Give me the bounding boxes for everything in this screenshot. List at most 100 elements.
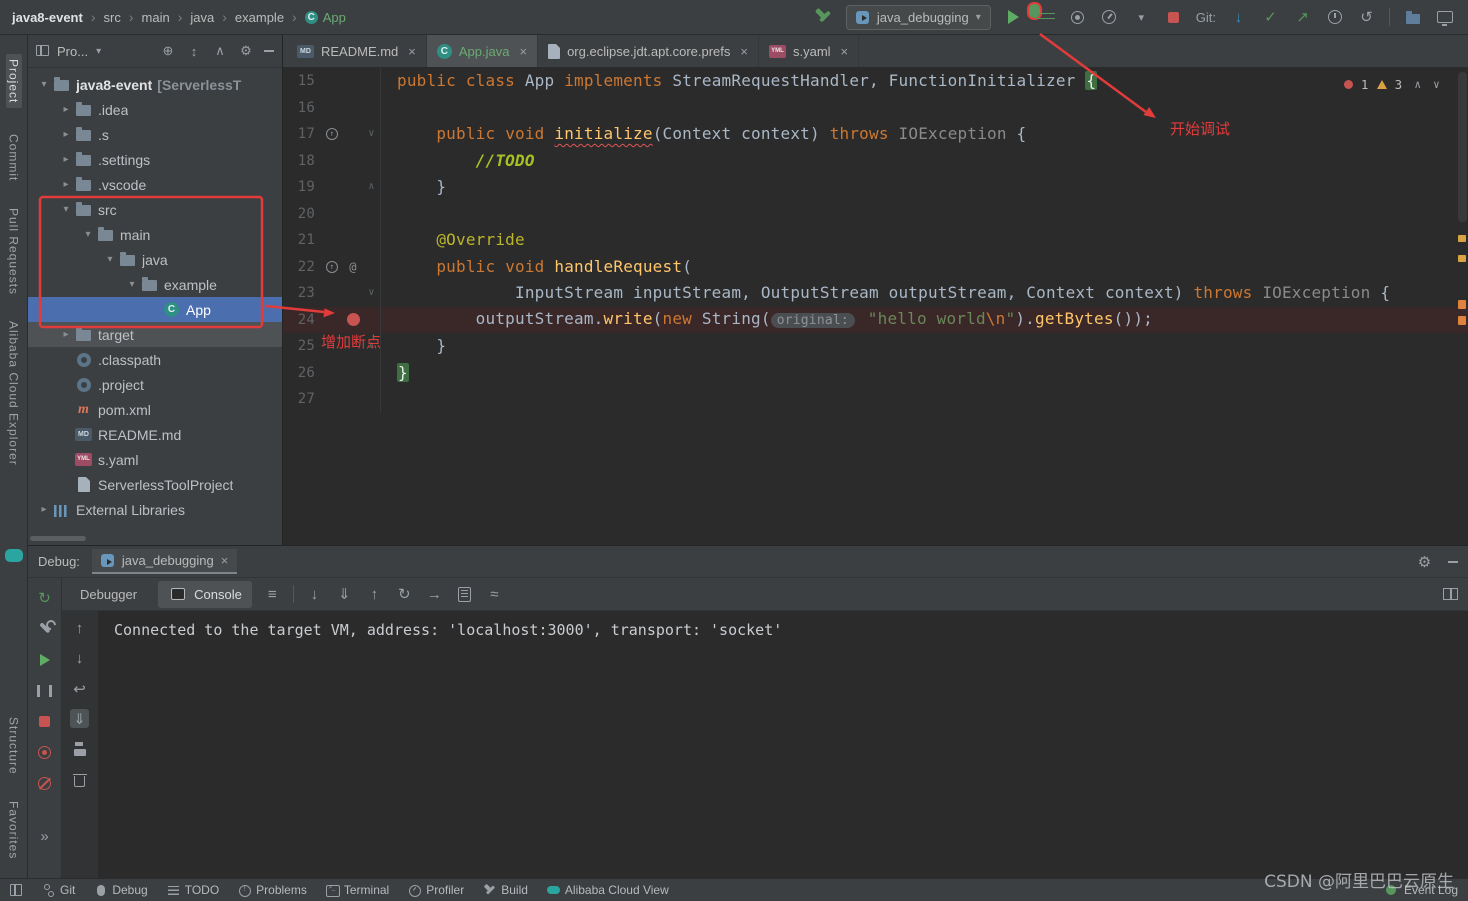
tool-strip-item-favorites[interactable]: Favorites: [7, 801, 21, 859]
breadcrumb-item-app[interactable]: CApp: [303, 8, 348, 27]
status-bar-item-debug[interactable]: Debug: [94, 883, 147, 897]
print-icon[interactable]: [70, 739, 89, 758]
tool-windows-toggle-icon[interactable]: [10, 884, 22, 896]
fold-marker-icon[interactable]: ∨: [363, 280, 381, 307]
tool-strip-item-project[interactable]: Project: [6, 54, 22, 108]
resume-program-icon[interactable]: [35, 650, 54, 669]
step-over-icon[interactable]: ↓: [305, 585, 324, 604]
event-log-label[interactable]: Event Log: [1404, 883, 1458, 897]
collapse-arrow-icon[interactable]: ▾: [102, 254, 118, 265]
tree-item-.project[interactable]: .project: [28, 372, 282, 397]
down-the-stack-icon[interactable]: ↓: [70, 649, 89, 668]
collapse-arrow-icon[interactable]: ▾: [124, 279, 140, 290]
tree-item-java[interactable]: ▾java: [28, 247, 282, 272]
breakpoint-icon[interactable]: [347, 313, 360, 326]
project-panel-title[interactable]: Pro...: [57, 44, 88, 59]
fold-marker-icon[interactable]: [363, 227, 381, 254]
tree-item-pom.xml[interactable]: mpom.xml: [28, 397, 282, 422]
fold-marker-icon[interactable]: [363, 148, 381, 175]
event-log-icon[interactable]: [1385, 884, 1398, 897]
run-icon[interactable]: [1004, 8, 1023, 27]
scrollbar-thumb[interactable]: [1458, 72, 1467, 222]
status-bar-item-git[interactable]: Git: [42, 883, 75, 897]
update-project-icon[interactable]: ↓: [1229, 8, 1248, 27]
status-bar-item-problems[interactable]: Problems: [238, 883, 307, 897]
tool-strip-item-structure[interactable]: Structure: [7, 717, 21, 775]
expand-arrow-icon[interactable]: ▸: [36, 504, 52, 515]
fold-marker-icon[interactable]: [363, 95, 381, 122]
editor-tab-readme.md[interactable]: MDREADME.md×: [287, 35, 427, 67]
collapse-arrow-icon[interactable]: ▾: [80, 229, 96, 240]
run-options-dropdown-icon[interactable]: [1132, 8, 1151, 27]
debug-tab-debugger[interactable]: Debugger: [70, 583, 147, 606]
pause-program-icon[interactable]: [35, 681, 54, 700]
close-icon[interactable]: ×: [740, 44, 748, 59]
fold-marker-icon[interactable]: [363, 307, 381, 334]
tool-strip-item-alibaba-cloud-explorer[interactable]: Alibaba Cloud Explorer: [7, 321, 21, 466]
step-out-icon[interactable]: ↑: [365, 585, 384, 604]
tool-strip-item-pull-requests[interactable]: Pull Requests: [7, 208, 21, 295]
hide-panel-icon[interactable]: [264, 50, 274, 52]
project-folder-icon[interactable]: [1403, 8, 1422, 27]
tree-item-readme.md[interactable]: MDREADME.md: [28, 422, 282, 447]
more-options-icon[interactable]: »: [35, 827, 54, 846]
restore-layout-icon[interactable]: [1441, 585, 1460, 604]
fold-marker-icon[interactable]: [363, 201, 381, 228]
settings-gear-icon[interactable]: ⚙: [1415, 552, 1434, 571]
tool-strip-item-commit[interactable]: Commit: [7, 134, 21, 181]
close-icon[interactable]: ×: [408, 44, 416, 59]
fold-marker-icon[interactable]: [363, 360, 381, 387]
rollback-icon[interactable]: ↺: [1357, 8, 1376, 27]
status-bar-item-alibaba-cloud-view[interactable]: Alibaba Cloud View: [547, 883, 669, 897]
override-marker-icon[interactable]: ↑: [326, 128, 338, 140]
hide-panel-icon[interactable]: [1448, 561, 1458, 563]
clear-all-icon[interactable]: [70, 769, 89, 788]
override-marker-icon[interactable]: ↑: [326, 261, 338, 273]
error-stripe-mark[interactable]: [1458, 316, 1466, 325]
view-breakpoints-icon[interactable]: [35, 743, 54, 762]
fold-marker-icon[interactable]: ∧: [363, 333, 381, 360]
locate-file-icon[interactable]: ⊕: [160, 43, 176, 59]
warning-stripe-mark[interactable]: [1458, 255, 1466, 262]
collapse-arrow-icon[interactable]: ▾: [36, 79, 52, 90]
settings-gear-icon[interactable]: ⚙: [238, 43, 254, 59]
alibaba-cloud-icon[interactable]: [5, 549, 23, 562]
debug-tab-console[interactable]: Console: [158, 581, 252, 608]
editor-tab-s.yaml[interactable]: YMLs.yaml×: [759, 35, 859, 67]
status-bar-item-profiler[interactable]: Profiler: [408, 883, 464, 897]
tree-item-app[interactable]: CApp: [28, 297, 282, 322]
breadcrumb-item-java8-event[interactable]: java8-event: [10, 8, 85, 27]
fold-marker-icon[interactable]: ∨: [363, 121, 381, 148]
tree-item-.idea[interactable]: ▸.idea: [28, 97, 282, 122]
run-with-coverage-icon[interactable]: [1068, 8, 1087, 27]
soft-wrap-icon[interactable]: ↩: [70, 679, 89, 698]
breadcrumb-item-src[interactable]: src: [102, 8, 123, 27]
tree-item-src[interactable]: ▾src: [28, 197, 282, 222]
status-bar-item-todo[interactable]: TODO: [167, 883, 219, 897]
fold-marker-icon[interactable]: ∧: [363, 174, 381, 201]
view-options-icon[interactable]: ≈: [485, 585, 504, 604]
rerun-debug-icon[interactable]: ↻: [35, 588, 54, 607]
close-icon[interactable]: ×: [519, 44, 527, 59]
next-issue-icon[interactable]: ∨: [1433, 78, 1440, 91]
build-hammer-icon[interactable]: [814, 8, 833, 27]
push-icon[interactable]: ↗: [1293, 8, 1312, 27]
expand-arrow-icon[interactable]: ▸: [58, 179, 74, 190]
evaluate-expression-icon[interactable]: [455, 585, 474, 604]
mute-breakpoints-icon[interactable]: [35, 774, 54, 793]
editor-tab-org.eclipse.jdt.apt.core.prefs[interactable]: org.eclipse.jdt.apt.core.prefs×: [538, 35, 759, 67]
run-to-cursor-icon[interactable]: →: [425, 585, 444, 604]
tree-item-external libraries[interactable]: ▸External Libraries: [28, 497, 282, 522]
history-icon[interactable]: [1325, 8, 1344, 27]
run-configuration-chooser[interactable]: java_debugging ▾: [846, 5, 991, 30]
up-the-stack-icon[interactable]: ↑: [70, 619, 89, 638]
tree-item-.settings[interactable]: ▸.settings: [28, 147, 282, 172]
breadcrumb-item-main[interactable]: main: [140, 8, 172, 27]
remote-host-icon[interactable]: [1435, 8, 1454, 27]
tree-item-main[interactable]: ▾main: [28, 222, 282, 247]
fold-marker-icon[interactable]: [363, 68, 381, 95]
tree-item-example[interactable]: ▾example: [28, 272, 282, 297]
expand-arrow-icon[interactable]: ▸: [58, 129, 74, 140]
expand-arrow-icon[interactable]: ▸: [58, 104, 74, 115]
editor-tab-app.java[interactable]: CApp.java×: [427, 35, 538, 67]
